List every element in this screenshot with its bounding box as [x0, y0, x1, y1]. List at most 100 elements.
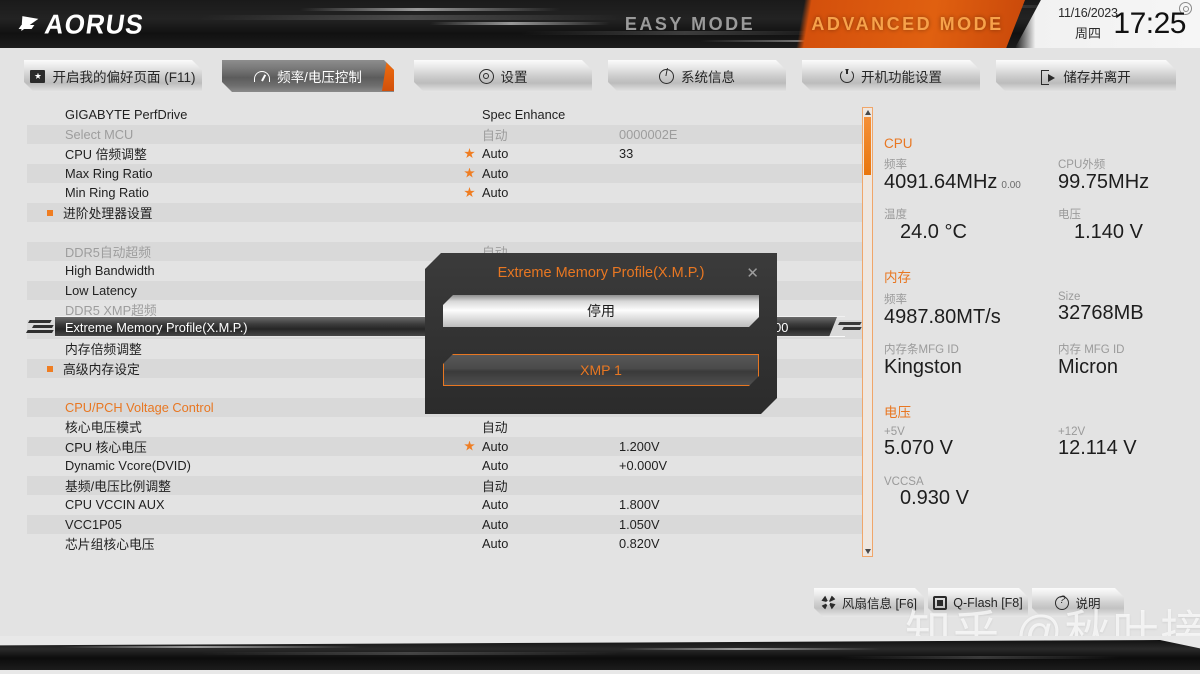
scrollbar[interactable] [862, 107, 873, 557]
selected-row-label: Extreme Memory Profile(X.M.P.) [65, 320, 248, 335]
submenu-icon [47, 209, 53, 216]
mem-chip-key: 内存 MFG ID [1058, 344, 1125, 356]
table-row[interactable]: 基频/电压比例调整 自动 [27, 475, 865, 495]
cpu-temp-value: 24.0 °C [900, 221, 967, 243]
bios-screen: AORUS EASY MODE ADVANCED MODE 11/16/2023… [0, 0, 1200, 674]
row-spacer [27, 222, 865, 242]
tab-settings-label: 设置 [500, 70, 528, 85]
easy-mode-label: EASY MODE [624, 13, 756, 34]
row-label: 基频/电压比例调整 [65, 478, 171, 494]
row-value: Auto [482, 438, 509, 454]
decorative-streak [429, 22, 611, 25]
tab-frequency-voltage[interactable]: 频率/电压控制 [222, 60, 394, 92]
tab-save-exit-label: 储存并离开 [1063, 70, 1131, 85]
cpu-temp-key: 温度 [884, 209, 907, 221]
help-button[interactable]: 说明 [1032, 588, 1124, 617]
row-label: 核心电压模式 [65, 420, 142, 436]
row-value2: 1.200V [619, 438, 660, 454]
dialog-option-xmp1[interactable]: XMP 1 [443, 354, 759, 386]
fan-icon [821, 595, 836, 610]
table-row[interactable]: CPU 核心电压 Auto 1.200V [27, 436, 865, 456]
xmp-dialog: Extreme Memory Profile(X.M.P.) ✕ 停用 XMP … [425, 253, 777, 414]
cpu-group-title: CPU [884, 136, 913, 151]
row-label: CPU VCCIN AUX [65, 497, 165, 513]
volt-5v-value: 5.070 V [884, 437, 953, 459]
top-bar: AORUS EASY MODE ADVANCED MODE 11/16/2023… [0, 0, 1200, 48]
memory-info-group: 内存 频率 4987.80MT/s Size 32768MB 内存条MFG ID… [884, 266, 1200, 387]
advanced-mode-label: ADVANCED MODE [811, 13, 1004, 34]
mem-freq-key: 频率 [884, 294, 907, 306]
row-value: Auto [482, 185, 509, 201]
mem-module-key: 内存条MFG ID [884, 344, 959, 356]
row-value: 自动 [482, 420, 508, 436]
table-row[interactable]: VCC1P05 Auto 1.050V [27, 514, 865, 534]
table-row[interactable]: Max Ring Ratio Auto [27, 163, 865, 183]
mem-module-value: Kingston [884, 356, 962, 378]
row-value: 自动 [482, 127, 508, 143]
row-value2: 1.050V [619, 516, 660, 532]
scroll-down-icon[interactable] [865, 549, 871, 554]
fan-info-button[interactable]: 风扇信息 [F6] [814, 588, 924, 617]
favorite-star-icon [464, 187, 475, 198]
row-label: Low Latency [65, 282, 137, 298]
row-label: 内存倍频调整 [65, 342, 142, 358]
row-value: Auto [482, 146, 509, 162]
mem-freq-value: 4987.80MT/s [884, 306, 1001, 328]
table-row[interactable]: 芯片组核心电压 Auto 0.820V [27, 534, 865, 554]
bottom-button-bar: 风扇信息 [F6] Q-Flash [F8] 说明 [0, 588, 1200, 628]
cpu-info-group: CPU 频率 4091.64MHz 0.00 CPU外频 99.75MHz 温度 … [884, 136, 1200, 252]
help-icon [1055, 596, 1069, 610]
volt-12v-value: 12.114 V [1058, 437, 1137, 459]
falcon-icon [20, 13, 42, 35]
row-value: Auto [482, 497, 509, 513]
dialog-option-disabled[interactable]: 停用 [443, 295, 759, 327]
footer-band [0, 636, 1200, 674]
help-label: 说明 [1075, 597, 1101, 611]
row-label: Max Ring Ratio [65, 165, 153, 181]
gauge-icon [254, 71, 270, 82]
tab-save-exit[interactable]: 储存并离开 [996, 60, 1176, 92]
footer-decoration [0, 640, 1200, 670]
decorative-streak [198, 15, 622, 20]
row-label: Min Ring Ratio [65, 185, 149, 201]
tab-frequency-voltage-label: 频率/电压控制 [277, 70, 362, 85]
power-icon [840, 69, 854, 83]
table-row[interactable]: CPU 倍频调整 Auto 33 [27, 144, 865, 164]
favorite-star-icon [464, 440, 475, 451]
close-icon[interactable]: ✕ [746, 264, 759, 282]
row-value: Auto [482, 516, 509, 532]
favorite-star-icon [464, 167, 475, 178]
qflash-icon [933, 596, 947, 610]
table-row[interactable]: CPU VCCIN AUX Auto 1.800V [27, 495, 865, 515]
row-label: DDR5自动超频 [65, 244, 152, 260]
scroll-up-icon[interactable] [865, 110, 871, 115]
qflash-button[interactable]: Q-Flash [F8] [928, 588, 1028, 617]
cpu-volt-value: 1.140 V [1074, 221, 1143, 243]
brand-wordmark: AORUS [42, 7, 147, 40]
table-row[interactable]: 核心电压模式 自动 [27, 417, 865, 437]
row-label: 芯片组核心电压 [65, 537, 155, 553]
voltage-group-title: 电压 [884, 405, 911, 420]
tab-boot-settings[interactable]: 开机功能设置 [802, 60, 980, 92]
favorite-star-icon [464, 148, 475, 159]
table-row[interactable]: 进阶处理器设置 [27, 202, 865, 222]
tab-system-info[interactable]: 系统信息 [608, 60, 786, 92]
row-value: Auto [482, 458, 509, 474]
tab-favorites[interactable]: 开启我的偏好页面 (F11) [24, 60, 202, 92]
row-value2: 1.800V [619, 497, 660, 513]
info-icon [659, 69, 674, 84]
cpu-volt-key: 电压 [1058, 209, 1081, 221]
table-row[interactable]: Select MCU 自动 0000002E [27, 124, 865, 144]
tab-settings[interactable]: 设置 [414, 60, 592, 92]
hardware-info-panel: CPU 频率 4091.64MHz 0.00 CPU外频 99.75MHz 温度 … [884, 106, 1200, 558]
tab-easy-mode[interactable]: EASY MODE [600, 0, 780, 48]
row-label: High Bandwidth [65, 263, 155, 279]
scrollbar-thumb[interactable] [864, 117, 871, 175]
aorus-logo: AORUS [20, 7, 147, 40]
tab-advanced-mode[interactable]: ADVANCED MODE [790, 0, 1025, 48]
memory-group-title: 内存 [884, 270, 911, 285]
table-row[interactable]: Min Ring Ratio Auto [27, 183, 865, 203]
row-value2: 0.820V [619, 536, 660, 552]
table-row[interactable]: GIGABYTE PerfDrive Spec Enhance [27, 105, 865, 125]
table-row[interactable]: Dynamic Vcore(DVID) Auto +0.000V [27, 456, 865, 476]
